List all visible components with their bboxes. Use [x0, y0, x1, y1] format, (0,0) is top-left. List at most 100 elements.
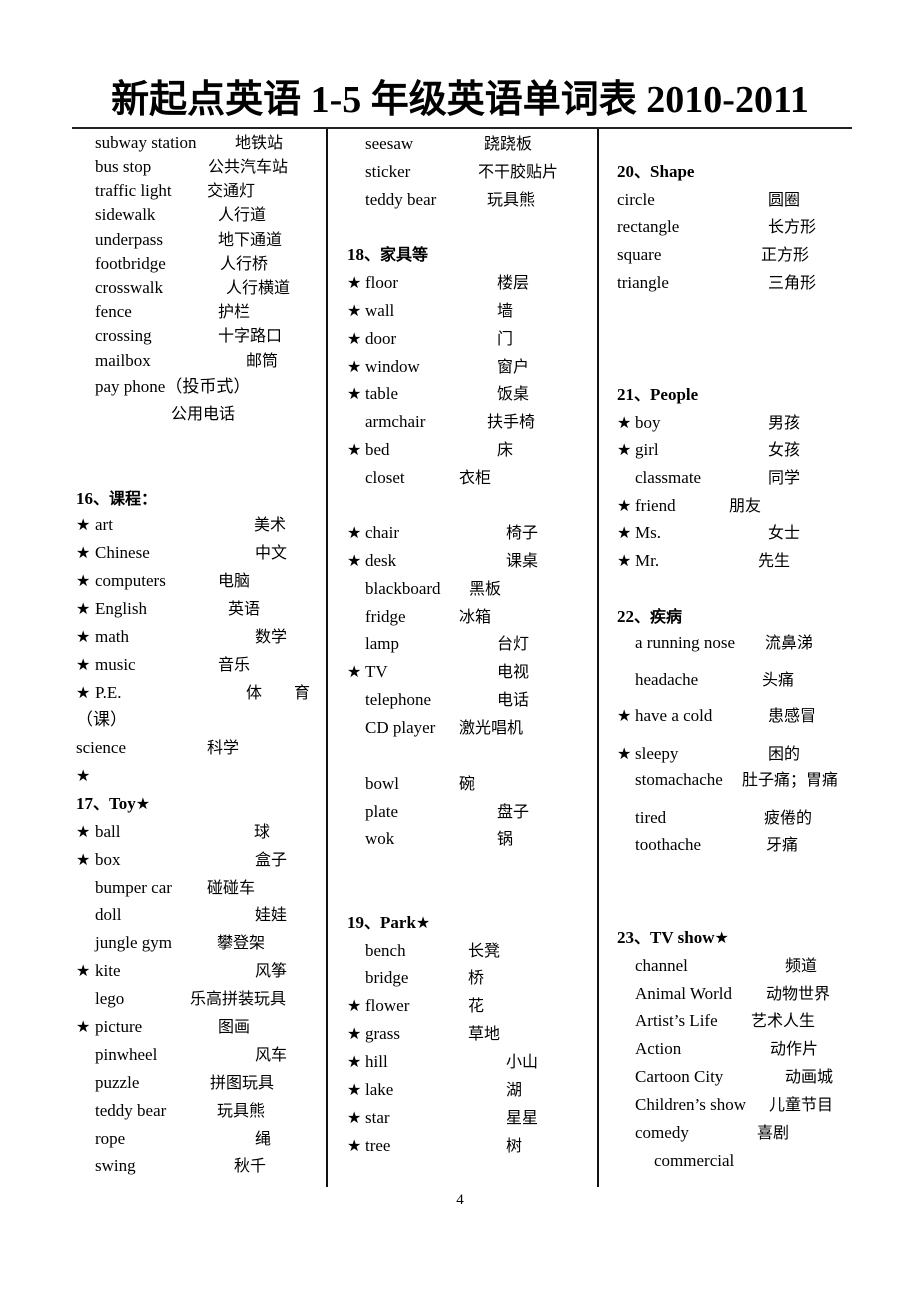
english-word: fence: [95, 302, 132, 321]
english-word: have a cold: [635, 706, 713, 725]
chinese-translation: 玩具熊: [487, 190, 536, 209]
english-word: floor: [365, 273, 399, 292]
chinese-translation: 动画城: [785, 1067, 834, 1086]
chinese-translation: 跷跷板: [484, 134, 533, 153]
english-word: triangle: [617, 273, 669, 292]
chinese-translation: 频道: [785, 956, 818, 975]
chinese-translation: 肚子痛；胃痛: [742, 770, 839, 789]
chinese-translation: 邮筒: [246, 351, 279, 370]
english-word: plate: [365, 802, 399, 821]
chinese-translation: 球: [254, 822, 271, 841]
english-word: Cartoon City: [635, 1067, 724, 1086]
chinese-translation: 科学: [207, 738, 240, 757]
english-word: hill: [365, 1052, 388, 1071]
english-word: star: [365, 1108, 390, 1127]
chinese-translation: 困的: [768, 744, 801, 763]
page-title: 新起点英语 1-5 年级英语单词表 2010-2011: [111, 79, 809, 121]
chinese-translation: 盒子: [255, 850, 288, 869]
section-heading: 18、家具等: [347, 245, 429, 264]
chinese-translation: 美术: [254, 515, 287, 534]
star-icon: ★: [76, 850, 91, 869]
english-word: chair: [365, 523, 399, 542]
section-heading: 21、People: [617, 385, 699, 404]
english-word: bus stop: [95, 157, 152, 176]
english-word: （课）: [76, 710, 127, 729]
english-word: bridge: [365, 968, 409, 987]
chinese-translation: 台灯: [497, 634, 530, 653]
chinese-translation: 艺术人生: [751, 1011, 816, 1030]
section-heading: 17、Toy★: [76, 794, 151, 813]
star-icon: ★: [617, 523, 632, 542]
chinese-translation: 同学: [768, 468, 801, 487]
english-word: TV: [365, 662, 388, 681]
english-word: Action: [635, 1039, 682, 1058]
chinese-translation: 地铁站: [235, 133, 284, 152]
english-word: teddy bear: [95, 1101, 167, 1120]
english-word: science: [76, 738, 127, 757]
english-word: footbridge: [95, 254, 166, 273]
section-heading: 22、疾病: [617, 607, 683, 626]
page-number: 4: [456, 1192, 464, 1208]
chinese-translation: 电视: [497, 662, 530, 681]
chinese-translation: 小山: [506, 1052, 539, 1071]
chinese-translation: 男孩: [768, 413, 801, 432]
chinese-translation: 拼图玩具: [210, 1073, 275, 1092]
chinese-translation: 动作片: [770, 1039, 819, 1058]
star-icon: ★: [617, 496, 632, 515]
english-word: rope: [95, 1129, 126, 1148]
chinese-translation: 女士: [768, 523, 801, 542]
title-rule: [72, 127, 852, 129]
english-word: window: [365, 357, 420, 376]
chinese-translation: 头痛: [762, 670, 795, 689]
chinese-translation: 流鼻涕: [765, 633, 814, 652]
chinese-translation: 草地: [468, 1024, 501, 1043]
chinese-translation: 黑板: [469, 579, 502, 598]
english-word: girl: [635, 440, 659, 459]
star-icon: ★: [76, 1017, 91, 1036]
english-word: puzzle: [95, 1073, 140, 1092]
chinese-translation: 公用电话: [171, 404, 236, 423]
star-icon: ★: [617, 440, 632, 459]
english-word: wok: [365, 829, 395, 848]
chinese-translation: 长凳: [468, 941, 501, 960]
english-word: computers: [95, 571, 166, 590]
english-word: art: [95, 515, 113, 534]
star-icon: ★: [347, 357, 362, 376]
chinese-translation: 乐高拼装玩具: [190, 989, 287, 1008]
english-word: bumper car: [95, 878, 172, 897]
english-word: grass: [365, 1024, 400, 1043]
english-word: ball: [95, 822, 121, 841]
english-word: tired: [635, 808, 667, 827]
english-word: commercial: [654, 1151, 735, 1170]
chinese-translation: 音乐: [218, 655, 251, 674]
english-word: telephone: [365, 690, 432, 709]
star-icon: ★: [347, 1136, 362, 1155]
english-word: pay phone（投币式）: [95, 377, 251, 396]
english-word: pinwheel: [95, 1045, 158, 1064]
chinese-translation: 电脑: [218, 571, 251, 590]
english-word: tree: [365, 1136, 391, 1155]
star-icon: ★: [347, 1080, 362, 1099]
chinese-translation: 课桌: [506, 551, 539, 570]
chinese-translation: 图画: [218, 1017, 251, 1036]
english-word: door: [365, 329, 397, 348]
english-word: math: [95, 627, 129, 646]
chinese-translation: 牙痛: [766, 835, 799, 854]
chinese-translation: 长方形: [768, 217, 817, 236]
english-word: mailbox: [95, 351, 151, 370]
chinese-translation: 先生: [758, 551, 791, 570]
chinese-translation: 椅子: [506, 523, 539, 542]
chinese-translation: 娃娃: [255, 905, 288, 924]
english-word: CD player: [365, 718, 436, 737]
chinese-translation: 衣柜: [459, 468, 492, 487]
chinese-translation: 门: [497, 329, 514, 348]
section-heading: 20、Shape: [617, 162, 695, 181]
star-icon: ★: [617, 551, 632, 570]
english-word: picture: [95, 1017, 143, 1036]
chinese-translation: 人行横道: [226, 278, 291, 297]
english-word: table: [365, 384, 399, 403]
star-icon: ★: [76, 515, 91, 534]
english-word: teddy bear: [365, 190, 437, 209]
english-word: Artist’s Life: [635, 1011, 718, 1030]
english-word: Chinese: [95, 543, 150, 562]
